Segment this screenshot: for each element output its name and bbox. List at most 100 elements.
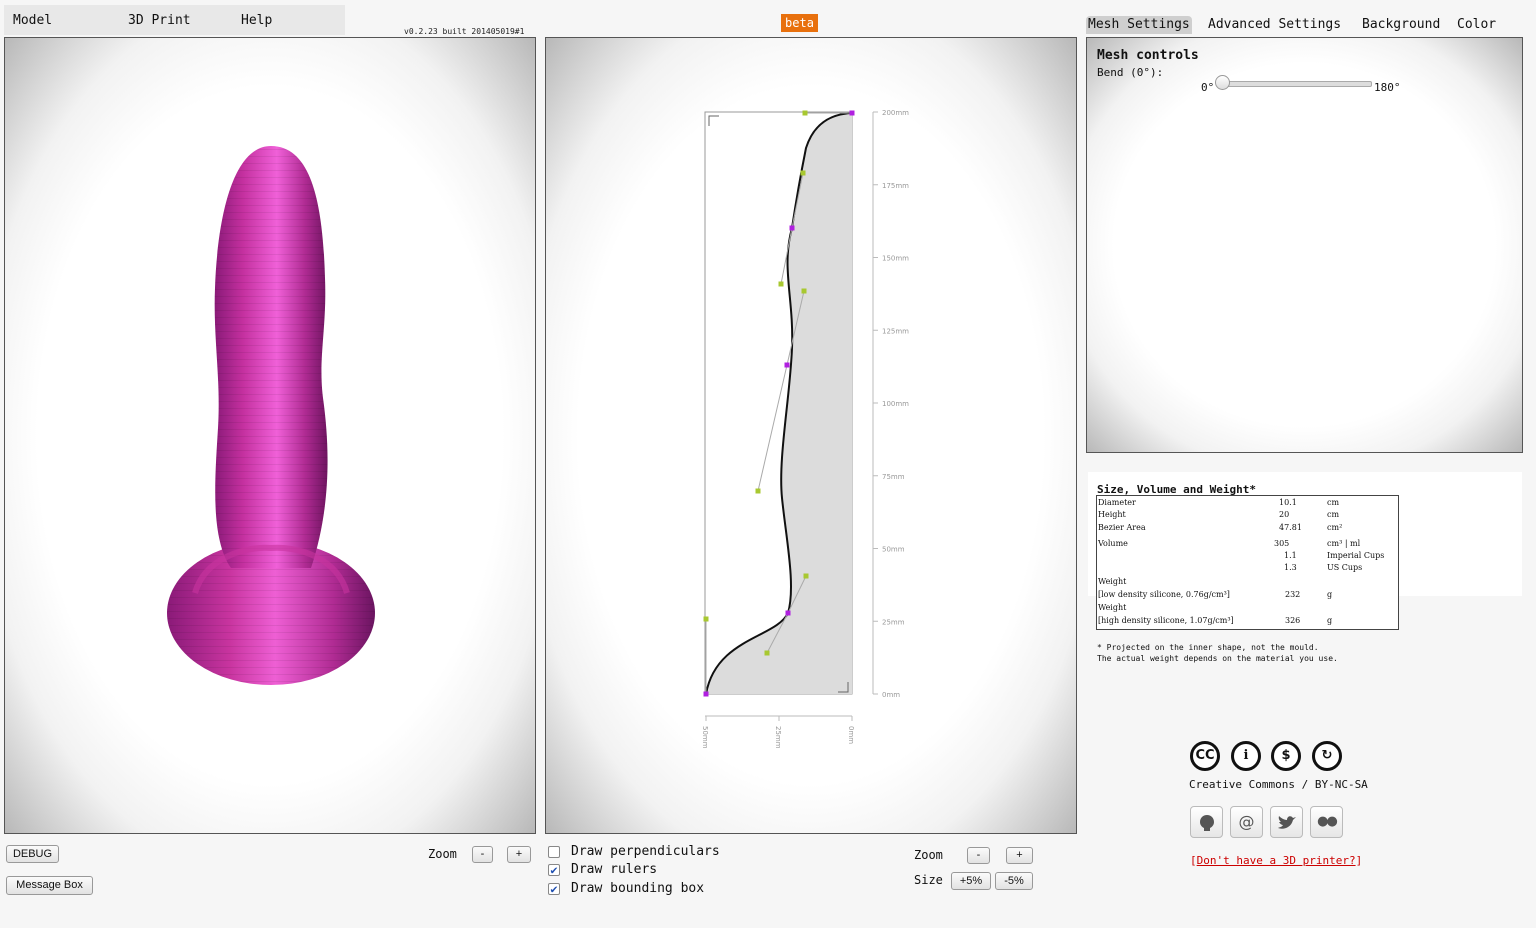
sa-icon: ↻ — [1312, 741, 1342, 771]
draw-bounding-box-checkbox[interactable]: ✔ — [548, 883, 560, 895]
version-label: v0.2.23 built 201405019#1 — [404, 27, 525, 36]
anchor-point[interactable] — [784, 362, 790, 368]
stats-row-unit: g — [1327, 590, 1333, 599]
bracket-close: ] — [1355, 854, 1363, 867]
zoom-out-button-bezier[interactable]: - — [967, 847, 990, 864]
draw-bounding-box-label: Draw bounding box — [571, 881, 705, 896]
y-tick-label: 150mm — [882, 255, 909, 263]
control-point[interactable] — [801, 288, 807, 294]
bend-label: Bend (0°): — [1097, 66, 1164, 79]
stats-row-label: Weight — [1098, 603, 1127, 612]
stats-row-unit: cm — [1327, 510, 1340, 519]
menu-3d-print[interactable]: 3D Print — [128, 13, 191, 28]
stats-row-label: Bezier Area — [1098, 523, 1146, 532]
control-point[interactable] — [703, 616, 709, 622]
debug-button[interactable]: DEBUG — [6, 845, 59, 863]
menu-bar: Model 3D Print Help — [4, 5, 345, 35]
twitter-icon[interactable] — [1270, 806, 1303, 838]
no-printer-link[interactable]: Don't have a 3D printer? — [1197, 854, 1356, 867]
control-point[interactable] — [778, 281, 784, 287]
no-printer-link-container: [Don't have a 3D printer?] — [1190, 854, 1362, 867]
control-point[interactable] — [764, 650, 770, 656]
stats-row-value: 232 — [1285, 590, 1301, 599]
email-icon[interactable]: @ — [1230, 806, 1263, 838]
control-point[interactable] — [755, 488, 761, 494]
zoom-label-bezier: Zoom — [914, 848, 943, 862]
stats-row-value: 326 — [1285, 616, 1301, 625]
license-text: Creative Commons / BY-NC-SA — [1189, 778, 1368, 791]
stats-row-unit: cm³ | ml — [1327, 539, 1361, 548]
y-tick-label: 175mm — [882, 182, 909, 190]
x-tick-label: 25mm — [774, 726, 782, 749]
draw-perpendiculars-label: Draw perpendiculars — [571, 844, 720, 859]
menu-help[interactable]: Help — [241, 13, 272, 28]
control-point[interactable] — [800, 170, 806, 176]
stats-row-label: Height — [1098, 510, 1126, 519]
stats-row-value: 20 — [1279, 510, 1290, 519]
stats-row-unit: US Cups — [1327, 563, 1363, 572]
stats-row-unit: cm — [1327, 498, 1340, 507]
menu-model[interactable]: Model — [13, 13, 52, 28]
zoom-out-button-left[interactable]: - — [472, 846, 493, 863]
message-box-button[interactable]: Message Box — [6, 876, 93, 895]
stats-row-unit: cm² — [1327, 523, 1343, 532]
tab-background[interactable]: Background — [1360, 16, 1442, 34]
stats-row-value: 10.1 — [1279, 498, 1297, 507]
nc-icon: $ — [1271, 741, 1301, 771]
github-icon[interactable] — [1190, 806, 1223, 838]
stats-row-label: [high density silicone, 1.07g/cm³] — [1098, 616, 1234, 625]
y-tick-label: 0mm — [882, 691, 900, 699]
draw-perpendiculars-checkbox[interactable] — [548, 846, 560, 858]
size-label: Size — [914, 873, 943, 887]
control-point[interactable] — [803, 573, 809, 579]
tab-advanced-settings[interactable]: Advanced Settings — [1206, 16, 1343, 34]
x-tick-label: 50mm — [701, 726, 709, 749]
stats-row-unit: Imperial Cups — [1327, 551, 1385, 560]
footnote-line-2: The actual weight depends on the materia… — [1097, 654, 1338, 663]
by-icon: i — [1231, 741, 1261, 771]
3d-model-render — [167, 146, 375, 685]
bezier-editor-canvas[interactable]: 200mm 175mm 150mm 125mm 100mm 75mm 50mm 25mm 0mm… — [545, 37, 1077, 834]
y-tick-label: 125mm — [882, 327, 909, 335]
stats-row-unit: g — [1327, 616, 1333, 625]
stats-row-value: 1.1 — [1284, 551, 1297, 560]
bend-min-label: 0° — [1201, 81, 1215, 94]
control-point[interactable] — [802, 110, 808, 116]
anchor-point[interactable] — [785, 610, 791, 616]
bend-slider-track[interactable] — [1220, 81, 1372, 87]
y-tick-label: 200mm — [882, 109, 909, 117]
mesh-controls-title: Mesh controls — [1097, 48, 1199, 63]
draw-rulers-label: Draw rulers — [571, 862, 658, 877]
zoom-label-left: Zoom — [428, 847, 457, 861]
footnote-line-1: * Projected on the inner shape, not the … — [1097, 643, 1319, 652]
bend-slider-handle[interactable] — [1215, 75, 1230, 90]
beta-badge: beta — [781, 14, 818, 32]
y-tick-label: 25mm — [882, 618, 905, 626]
bracket-open: [ — [1190, 854, 1197, 867]
mesh-settings-panel — [1086, 37, 1523, 453]
size-minus-5-button[interactable]: -5% — [995, 872, 1033, 890]
flickr-icon[interactable]: ●● — [1310, 806, 1343, 838]
tab-mesh-settings[interactable]: Mesh Settings — [1086, 16, 1192, 34]
stats-row-label: Weight — [1098, 577, 1127, 586]
anchor-point[interactable] — [703, 691, 709, 697]
bezier-profile: 200mm 175mm 150mm 125mm 100mm 75mm 50mm 25mm 0mm… — [701, 109, 909, 749]
stats-row-label: [low density silicone, 0.76g/cm³] — [1098, 590, 1230, 599]
zoom-in-button-bezier[interactable]: + — [1006, 847, 1033, 864]
3d-viewport[interactable] — [4, 37, 536, 834]
draw-rulers-checkbox[interactable]: ✔ — [548, 864, 560, 876]
tab-color[interactable]: Color — [1455, 16, 1498, 34]
stats-row-value: 1.3 — [1284, 563, 1297, 572]
anchor-point[interactable] — [849, 110, 855, 116]
stats-row-label: Volume — [1098, 539, 1128, 548]
stats-row-value: 47.81 — [1279, 523, 1302, 532]
y-tick-label: 100mm — [882, 400, 909, 408]
zoom-in-button-left[interactable]: + — [507, 846, 531, 863]
y-tick-label: 75mm — [882, 473, 905, 481]
stats-row-value: 305 — [1274, 539, 1290, 548]
anchor-point[interactable] — [789, 225, 795, 231]
size-plus-5-button[interactable]: +5% — [951, 872, 991, 890]
stats-footnote: * Projected on the inner shape, not the … — [1097, 642, 1338, 664]
cc-icon: CC — [1190, 741, 1220, 771]
y-tick-label: 50mm — [882, 546, 905, 554]
